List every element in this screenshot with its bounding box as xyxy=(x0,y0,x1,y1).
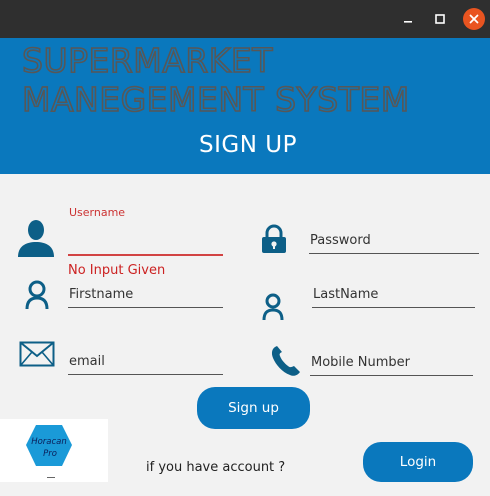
hexagon-logo-icon: Horacan Pro xyxy=(26,425,72,478)
firstname-input[interactable] xyxy=(68,282,223,307)
lastname-input[interactable] xyxy=(312,282,475,307)
envelope-icon xyxy=(19,341,55,367)
window-titlebar xyxy=(0,0,490,38)
lastname-field-wrapper xyxy=(312,282,475,308)
email-input[interactable] xyxy=(68,349,223,374)
account-prompt-text: if you have account ? xyxy=(146,460,286,475)
user-silhouette-icon xyxy=(18,220,54,257)
header-banner: SUPERMARKET MANEGEMENT SYSTEM SIGN UP xyxy=(0,38,490,174)
firstname-field-wrapper xyxy=(68,282,223,308)
logo-text-line2: Pro xyxy=(43,449,57,459)
username-floating-label: Username xyxy=(69,206,126,219)
password-input[interactable] xyxy=(309,228,479,253)
login-button[interactable]: Login xyxy=(363,442,473,482)
username-field-wrapper xyxy=(68,230,223,256)
minimize-button[interactable] xyxy=(398,9,418,29)
password-field-wrapper xyxy=(309,228,479,254)
username-input[interactable] xyxy=(68,230,223,254)
logo-text-line1: Horacan xyxy=(31,437,67,447)
phone-icon xyxy=(271,346,300,376)
padlock-icon xyxy=(262,224,286,253)
person-outline-icon xyxy=(25,280,49,310)
company-logo: Horacan Pro xyxy=(0,419,108,482)
username-error-message: No Input Given xyxy=(68,263,166,278)
maximize-button[interactable] xyxy=(430,9,450,29)
minimize-icon xyxy=(404,21,412,23)
person-outline-icon xyxy=(262,293,284,321)
signup-button[interactable]: Sign up xyxy=(197,387,310,429)
mobile-field-wrapper xyxy=(310,350,473,376)
email-field-wrapper xyxy=(68,349,223,375)
close-button[interactable] xyxy=(463,8,485,30)
app-title: SUPERMARKET MANEGEMENT SYSTEM xyxy=(21,40,410,120)
signup-window: SUPERMARKET MANEGEMENT SYSTEM SIGN UP Us… xyxy=(0,0,490,496)
mobile-number-input[interactable] xyxy=(310,350,473,375)
close-icon xyxy=(469,14,479,24)
maximize-icon xyxy=(435,14,445,24)
page-title: SIGN UP xyxy=(199,132,297,158)
